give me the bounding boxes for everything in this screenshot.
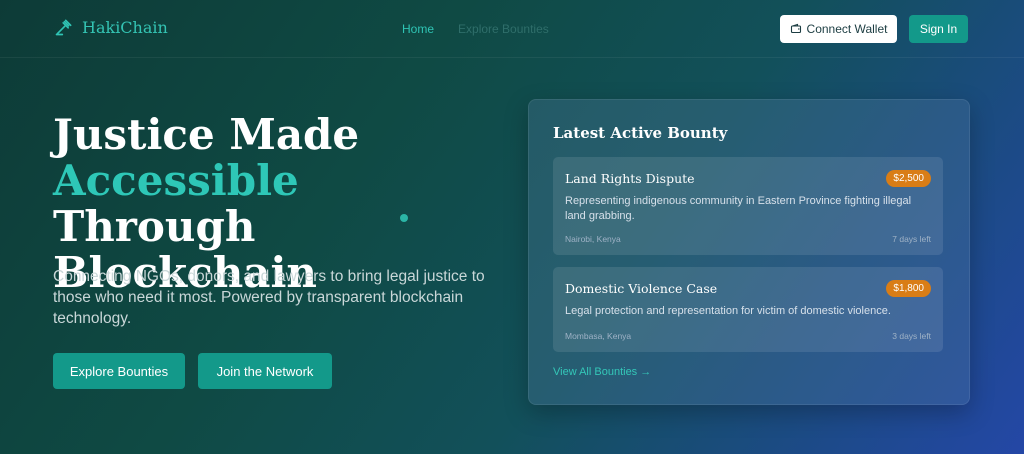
nav-links: Home Explore Bounties	[402, 22, 549, 36]
hero-title-accent: Accessible	[53, 156, 299, 205]
connect-wallet-label: Connect Wallet	[806, 22, 888, 36]
decorative-dot	[400, 214, 408, 222]
card-heading: Latest Active Bounty	[553, 124, 728, 142]
bounty-amount-badge: $1,800	[886, 280, 931, 297]
bounty-description: Representing indigenous community in Eas…	[565, 195, 912, 222]
latest-bounty-card: Latest Active Bounty Land Rights Dispute…	[528, 99, 970, 405]
join-network-button[interactable]: Join the Network	[198, 353, 332, 389]
hero-subtitle: Connecting NGOs, donors, and lawyers to …	[53, 268, 485, 327]
nav-link-home[interactable]: Home	[402, 22, 434, 36]
brand-name: HakiChain	[82, 17, 168, 37]
hero-title-line1: Justice Made	[53, 110, 360, 159]
nav-link-explore-bounties[interactable]: Explore Bounties	[458, 22, 549, 36]
bounty-title: Land Rights Dispute	[565, 171, 695, 186]
bounty-title: Domestic Violence Case	[565, 281, 718, 296]
top-navbar: HakiChain Home Explore Bounties Connect …	[0, 0, 1024, 58]
bounty-location: Mombasa, Kenya	[565, 331, 632, 341]
bounty-time-left: 7 days left	[892, 234, 931, 244]
explore-bounties-button[interactable]: Explore Bounties	[53, 353, 185, 389]
brand-logo[interactable]: HakiChain	[54, 17, 168, 37]
bounty-time-left: 3 days left	[892, 331, 931, 341]
hero-title-rest: Through	[53, 202, 256, 251]
bounty-description: Legal protection and representation for …	[565, 305, 891, 317]
sign-in-button[interactable]: Sign In	[909, 15, 968, 43]
bounty-amount-badge: $2,500	[886, 170, 931, 187]
bounty-location: Nairobi, Kenya	[565, 234, 621, 244]
bounty-item[interactable]: Domestic Violence Case $1,800 Legal prot…	[553, 267, 943, 352]
connect-wallet-button[interactable]: Connect Wallet	[780, 15, 897, 43]
bounty-item[interactable]: Land Rights Dispute $2,500 Representing …	[553, 157, 943, 255]
wallet-icon	[790, 23, 801, 34]
view-all-bounties-link[interactable]: View All Bounties →	[553, 366, 651, 378]
gavel-icon	[55, 19, 72, 36]
